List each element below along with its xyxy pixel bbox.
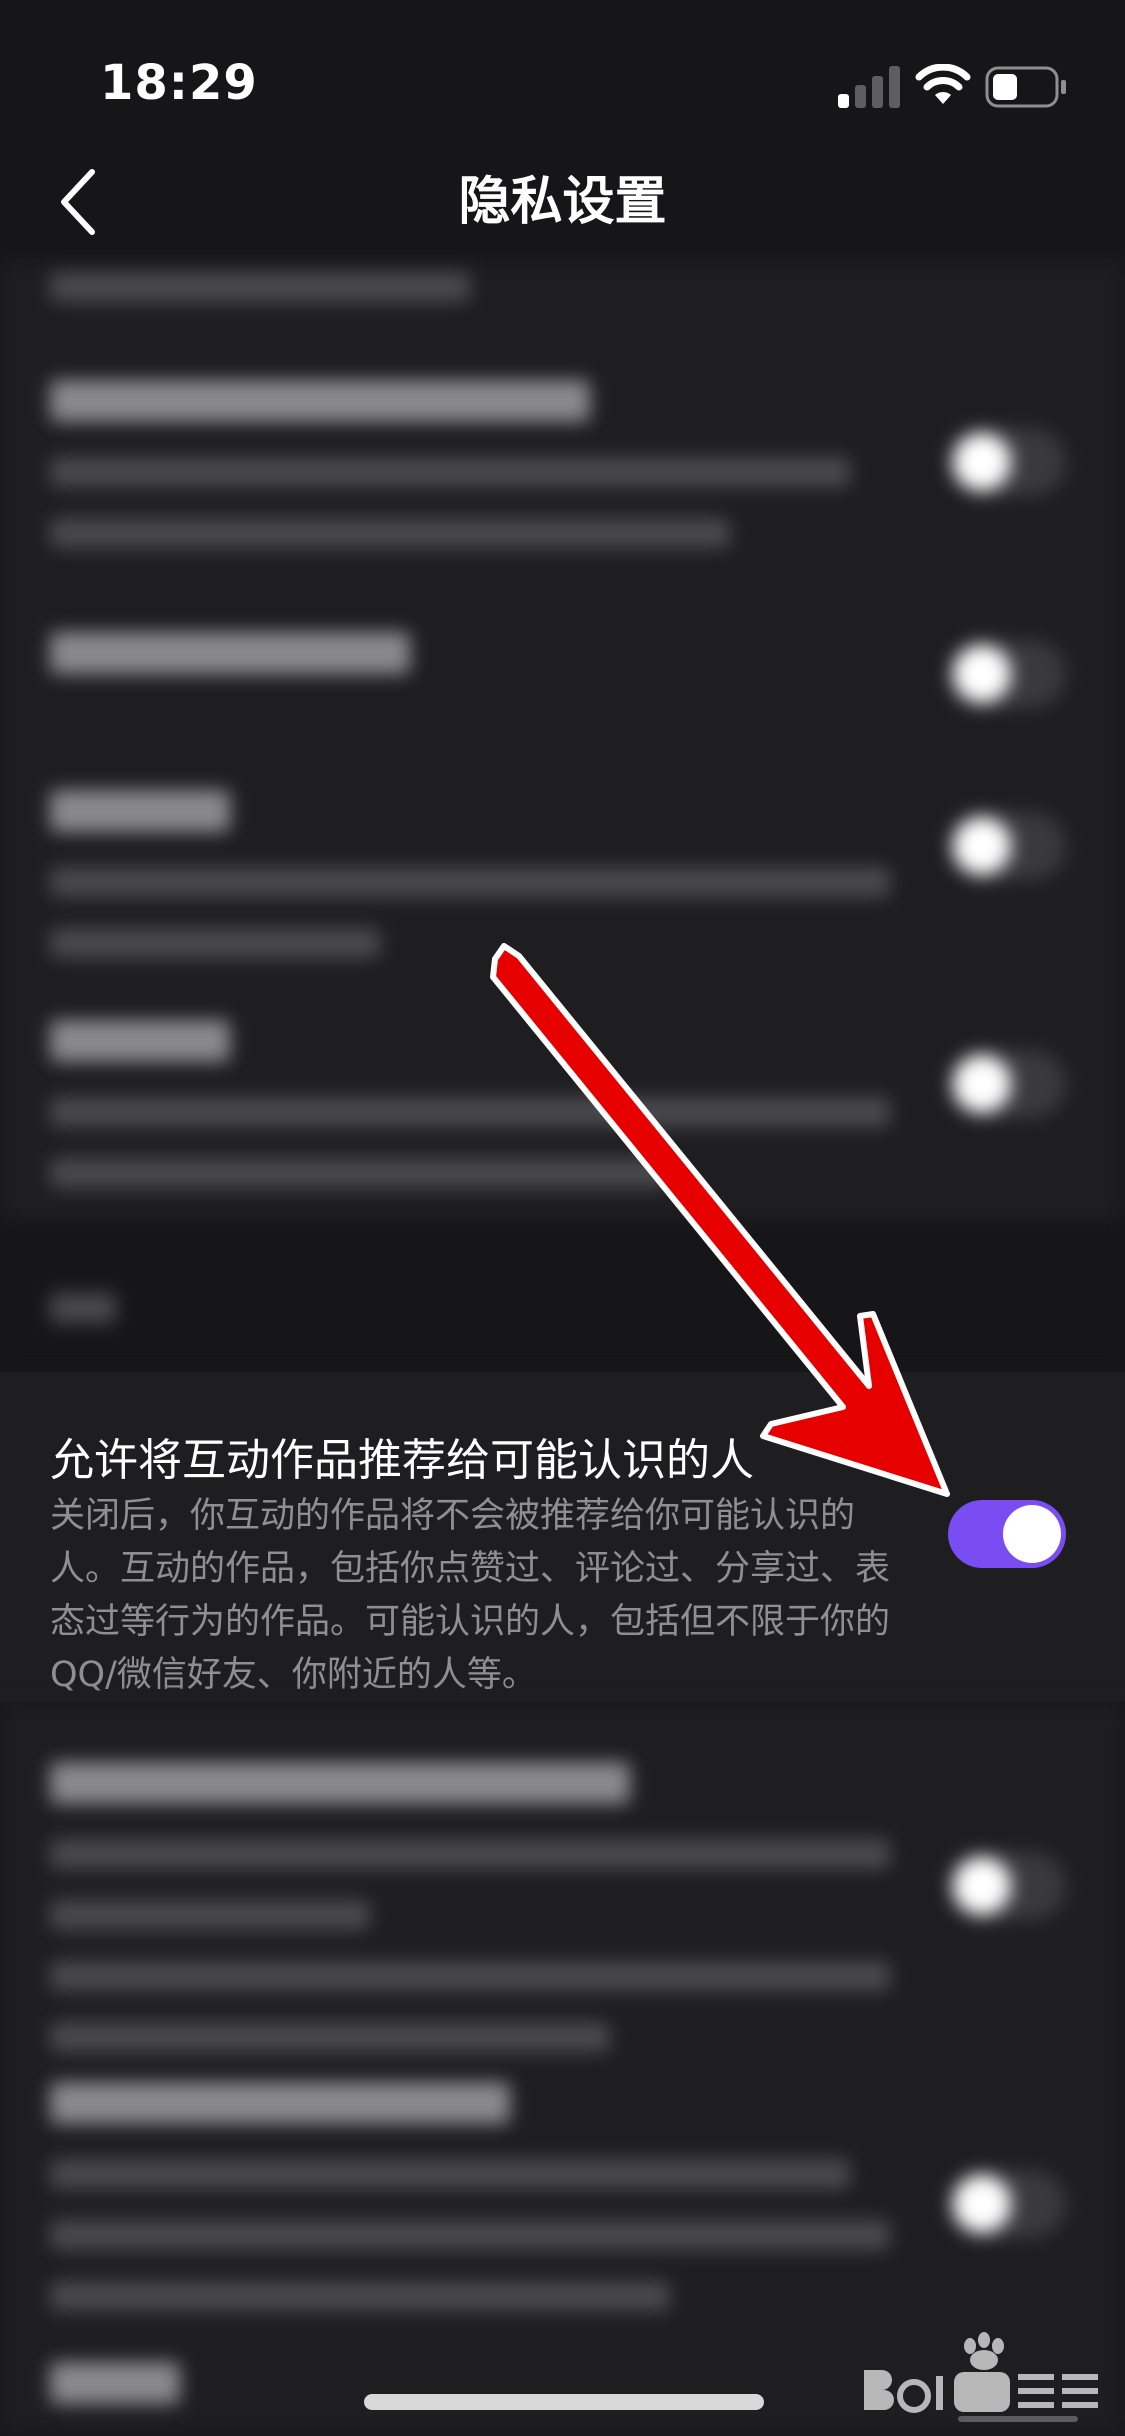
wifi-icon [915, 64, 971, 104]
settings-group-top [0, 260, 1125, 1220]
row-title-placeholder [50, 790, 230, 843]
signal-icon [838, 66, 900, 108]
toggle-switch[interactable] [948, 812, 1066, 880]
recommend-interactions-toggle[interactable] [948, 1500, 1066, 1568]
battery-icon [985, 66, 1066, 108]
row-title-placeholder [50, 2082, 510, 2135]
section-label-placeholder [50, 1292, 116, 1332]
status-time: 18:29 [100, 55, 258, 111]
row-desc-placeholder [50, 2152, 910, 2326]
settings-row-blurred [0, 1020, 1125, 1200]
settings-row-blurred [0, 380, 1125, 580]
settings-row-blurred [0, 2082, 1125, 2311]
row-title-placeholder [50, 632, 410, 685]
settings-row-blurred [0, 260, 1125, 340]
page-title: 隐私设置 [458, 172, 667, 232]
row-desc-placeholder [50, 450, 910, 563]
toggle-switch[interactable] [948, 1050, 1066, 1118]
row-desc-placeholder [50, 860, 910, 973]
row-desc-placeholder [50, 1832, 910, 2067]
toggle-knob [1003, 1505, 1061, 1563]
toggle-switch[interactable] [948, 640, 1066, 708]
toggle-switch[interactable] [948, 1852, 1066, 1920]
toggle-switch[interactable] [948, 2170, 1066, 2238]
baidu-jingyan-watermark-logo [864, 2332, 1098, 2422]
setting-title: 允许将互动作品推荐给可能认识的人 [50, 1435, 754, 1486]
nav-bar: 隐私设置 [0, 150, 1125, 260]
row-desc-placeholder [50, 265, 910, 317]
row-title-placeholder [50, 1762, 630, 1815]
settings-row-blurred [0, 1762, 1125, 2052]
toggle-switch[interactable] [948, 428, 1066, 496]
row-title-placeholder [50, 380, 590, 433]
row-title-placeholder [50, 1020, 230, 1073]
setting-description: 关闭后，你互动的作品将不会被推荐给你可能认识的人。互动的作品，包括你点赞过、评论… [50, 1496, 891, 1695]
privacy-settings-screen: 18:29 隐私设置 允许将互动作品推荐给可能认识的人 关闭后，你互动的作品将不… [0, 0, 1125, 2436]
setting-row-recommend-interactions[interactable]: 允许将互动作品推荐给可能认识的人 关闭后，你互动的作品将不会被推荐给你可能认识的… [0, 1372, 1125, 1702]
row-desc-placeholder [50, 1090, 910, 1203]
row-title-placeholder [50, 2362, 180, 2415]
settings-row-blurred [0, 790, 1125, 970]
section-divider [0, 1220, 1125, 1372]
home-indicator[interactable] [364, 2394, 764, 2410]
status-bar: 18:29 [0, 0, 1125, 150]
settings-row-blurred [0, 620, 1125, 730]
